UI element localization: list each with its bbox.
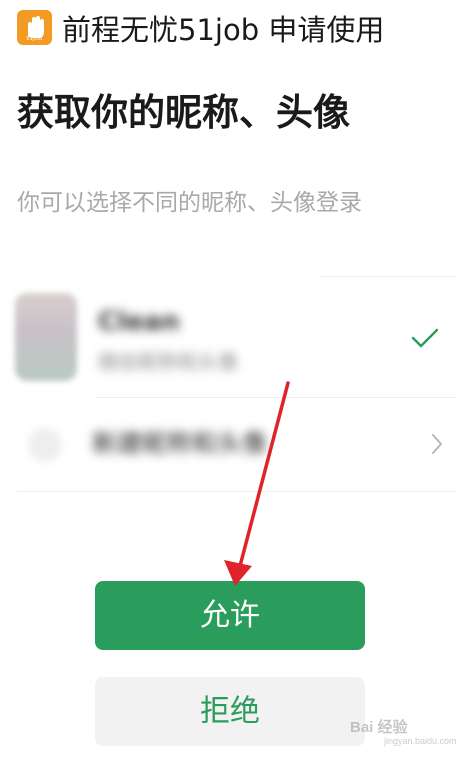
profile-list: Clean 微信昵称和头像 新建昵称和头像 <box>0 276 457 492</box>
check-icon <box>411 328 439 348</box>
divider <box>17 491 457 492</box>
chevron-right-icon <box>432 434 442 454</box>
app-request-title: 前程无忧51job 申请使用 <box>62 13 385 47</box>
description-text: 你可以选择不同的昵称、头像登录 <box>17 190 362 216</box>
watermark-subtext: jingyan.baidu.com <box>384 736 457 746</box>
profile-option-new[interactable]: 新建昵称和头像 <box>0 398 457 491</box>
allow-button[interactable]: 允许 <box>95 581 365 650</box>
page-title: 获取你的昵称、头像 <box>17 91 350 134</box>
profile-option-current[interactable]: Clean 微信昵称和头像 <box>0 277 457 397</box>
deny-button[interactable]: 拒绝 <box>95 677 365 746</box>
new-profile-label: 新建昵称和头像 <box>92 429 268 458</box>
hand-logo-icon: 51JOB <box>17 10 52 45</box>
avatar <box>15 293 77 381</box>
watermark-text: Bai 经验 <box>350 719 408 736</box>
profile-subtext: 微信昵称和头像 <box>98 350 238 374</box>
logo-text: 51JOB <box>26 36 43 42</box>
watermark: Bai 经验 jingyan.baidu.com <box>338 712 457 752</box>
new-avatar-icon <box>28 428 62 462</box>
header: 51JOB 前程无忧51job 申请使用 <box>0 0 457 64</box>
profile-nickname: Clean <box>98 307 180 337</box>
